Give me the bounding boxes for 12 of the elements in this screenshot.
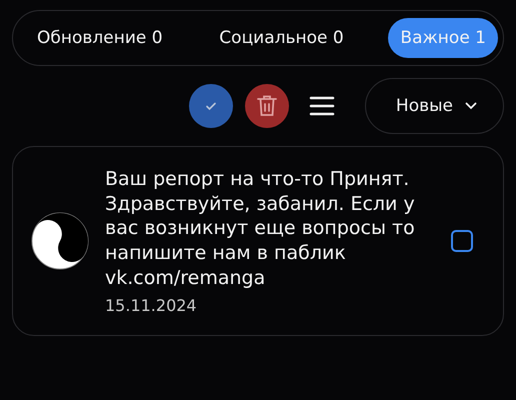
- notification-message: Ваш репорт на что-то Принят. Здравствуйте, забанил. Если у вас возникнут еще вопросы то напишите нам в паблик vk.com/remanga: [105, 167, 416, 290]
- chevron-down-icon: [465, 102, 477, 110]
- sort-dropdown[interactable]: Новые: [364, 78, 504, 134]
- trash-icon: [256, 94, 278, 118]
- select-checkbox[interactable]: [451, 230, 473, 252]
- menu-icon: [308, 95, 335, 117]
- mark-read-button[interactable]: [188, 84, 233, 128]
- tab[interactable]: Социальное 0: [207, 18, 356, 58]
- tab[interactable]: Обновление 0: [25, 18, 175, 58]
- avatar-icon: [31, 212, 89, 270]
- notification-date: 15.11.2024: [105, 296, 198, 316]
- delete-button[interactable]: [244, 84, 289, 128]
